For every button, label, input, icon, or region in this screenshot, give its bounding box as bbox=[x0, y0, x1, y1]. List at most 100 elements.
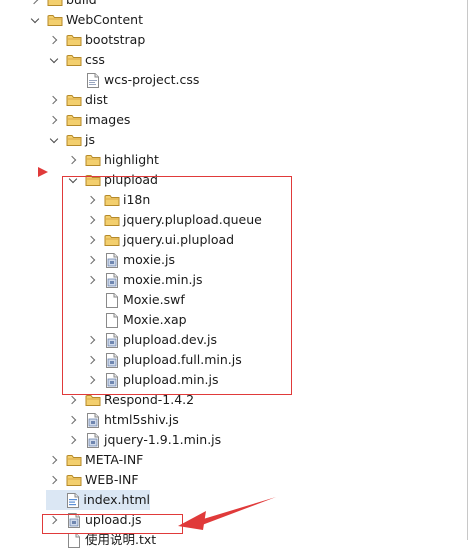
file-icon bbox=[104, 312, 120, 328]
tree-item-label: Respond-1.4.2 bbox=[104, 392, 195, 407]
folder-icon bbox=[85, 172, 101, 188]
tree-item-dist[interactable]: dist bbox=[46, 90, 108, 110]
tree-item-css[interactable]: css bbox=[46, 50, 105, 70]
expand-chevron-icon[interactable] bbox=[46, 30, 62, 50]
js-file-icon bbox=[85, 412, 101, 428]
collapse-chevron-icon[interactable] bbox=[65, 170, 81, 190]
tree-item-i18n[interactable]: i18n bbox=[84, 190, 150, 210]
pointer-triangle-icon bbox=[38, 167, 48, 177]
tree-item-moxie-xap[interactable]: Moxie.xap bbox=[84, 310, 187, 330]
tree-item-label: dist bbox=[85, 92, 108, 107]
expand-chevron-icon[interactable] bbox=[65, 390, 81, 410]
tree-item-label: i18n bbox=[123, 192, 151, 207]
tree-item-label: wcs-project.css bbox=[104, 72, 200, 87]
expand-chevron-icon[interactable] bbox=[65, 430, 81, 450]
tree-item-label: jquery.ui.plupload bbox=[123, 232, 235, 247]
html-file-icon bbox=[65, 492, 80, 508]
expand-chevron-icon[interactable] bbox=[84, 370, 100, 390]
tree-item-label: META-INF bbox=[85, 452, 144, 467]
tree-item-label: WEB-INF bbox=[85, 472, 139, 487]
tree-item-label: css bbox=[85, 52, 105, 67]
tree-item-bootstrap[interactable]: bootstrap bbox=[46, 30, 145, 50]
tree-item-js[interactable]: js bbox=[46, 130, 95, 150]
expand-chevron-icon[interactable] bbox=[84, 190, 100, 210]
tree-item-respond[interactable]: Respond-1.4.2 bbox=[65, 390, 194, 410]
tree-item-label: WebContent bbox=[66, 12, 143, 27]
tree-item-readme-txt[interactable]: 使用说明.txt bbox=[46, 530, 156, 550]
tree-item-highlight[interactable]: highlight bbox=[65, 150, 159, 170]
expand-chevron-icon[interactable] bbox=[84, 210, 100, 230]
tree-item-label: html5shiv.js bbox=[104, 412, 179, 427]
folder-icon bbox=[104, 232, 120, 248]
expand-chevron-icon[interactable] bbox=[46, 470, 62, 490]
expand-chevron-icon[interactable] bbox=[65, 410, 81, 430]
annotation-arrow-icon bbox=[178, 497, 276, 530]
tree-item-jquery-plupload-queue[interactable]: jquery.plupload.queue bbox=[84, 210, 262, 230]
js-file-icon bbox=[104, 332, 120, 348]
collapse-chevron-icon[interactable] bbox=[46, 130, 62, 150]
tree-item-label: moxie.min.js bbox=[123, 272, 203, 287]
folder-icon bbox=[104, 192, 120, 208]
expand-chevron-icon[interactable] bbox=[46, 110, 62, 130]
expand-chevron-icon[interactable] bbox=[84, 330, 100, 350]
tree-item-label: plupload.min.js bbox=[123, 372, 219, 387]
js-file-icon bbox=[104, 252, 120, 268]
folder-icon bbox=[66, 452, 82, 468]
tree-item-label: highlight bbox=[104, 152, 159, 167]
tree-item-images[interactable]: images bbox=[46, 110, 130, 130]
folder-icon bbox=[66, 52, 82, 68]
tree-item-wcs-project-css[interactable]: wcs-project.css bbox=[65, 70, 199, 90]
tree-item-jquery-min-js[interactable]: jquery-1.9.1.min.js bbox=[65, 430, 221, 450]
tree-item-meta-inf[interactable]: META-INF bbox=[46, 450, 143, 470]
tree-item-plupload-dev-js[interactable]: plupload.dev.js bbox=[84, 330, 217, 350]
expand-chevron-icon[interactable] bbox=[84, 270, 100, 290]
folder-icon bbox=[66, 112, 82, 128]
tree-item-plupload-min-js[interactable]: plupload.min.js bbox=[84, 370, 218, 390]
tree-item-moxie-swf[interactable]: Moxie.swf bbox=[84, 290, 185, 310]
expand-chevron-icon[interactable] bbox=[46, 90, 62, 110]
expand-chevron-icon[interactable] bbox=[84, 230, 100, 250]
folder-icon bbox=[47, 12, 63, 28]
tree-item-html5shiv-js[interactable]: html5shiv.js bbox=[65, 410, 179, 430]
tree-item-plupload-full-min-js[interactable]: plupload.full.min.js bbox=[84, 350, 242, 370]
expand-chevron-icon[interactable] bbox=[27, 0, 43, 10]
expand-chevron-icon[interactable] bbox=[84, 250, 100, 270]
tree-item-label: plupload bbox=[104, 172, 158, 187]
tree-item-label: moxie.js bbox=[123, 252, 175, 267]
tree-item-moxie-min-js[interactable]: moxie.min.js bbox=[84, 270, 203, 290]
text-file-icon bbox=[66, 532, 82, 548]
tree-item-build[interactable]: build bbox=[27, 0, 97, 10]
tree-item-index-html[interactable]: index.html bbox=[46, 490, 150, 510]
tree-item-webcontent[interactable]: WebContent bbox=[27, 10, 143, 30]
expand-chevron-icon[interactable] bbox=[84, 350, 100, 370]
tree-item-label: js bbox=[85, 132, 95, 147]
folder-icon bbox=[85, 392, 101, 408]
css-file-icon bbox=[85, 72, 101, 88]
tree-item-moxie-js[interactable]: moxie.js bbox=[84, 250, 175, 270]
expand-chevron-icon[interactable] bbox=[46, 510, 62, 530]
panel-border bbox=[467, 0, 468, 540]
folder-icon bbox=[66, 92, 82, 108]
js-file-icon bbox=[104, 372, 120, 388]
collapse-chevron-icon[interactable] bbox=[27, 10, 43, 30]
folder-icon bbox=[66, 132, 82, 148]
tree-item-upload-js[interactable]: upload.js bbox=[46, 510, 142, 530]
tree-item-label: upload.js bbox=[85, 512, 142, 527]
tree-item-label: Moxie.xap bbox=[123, 312, 187, 327]
tree-item-label: index.html bbox=[83, 492, 150, 507]
expand-chevron-icon[interactable] bbox=[65, 150, 81, 170]
tree-item-plupload[interactable]: plupload bbox=[65, 170, 158, 190]
collapse-chevron-icon[interactable] bbox=[46, 50, 62, 70]
tree-item-jquery-ui-plupload[interactable]: jquery.ui.plupload bbox=[84, 230, 234, 250]
file-icon bbox=[104, 292, 120, 308]
expand-chevron-icon[interactable] bbox=[46, 450, 62, 470]
folder-icon bbox=[104, 212, 120, 228]
folder-icon bbox=[66, 32, 82, 48]
folder-icon bbox=[47, 0, 63, 8]
tree-item-label: jquery-1.9.1.min.js bbox=[104, 432, 222, 447]
tree-item-label: Moxie.swf bbox=[123, 292, 185, 307]
tree-item-web-inf[interactable]: WEB-INF bbox=[46, 470, 139, 490]
js-file-icon bbox=[66, 512, 82, 528]
js-file-icon bbox=[85, 432, 101, 448]
tree-item-label: plupload.dev.js bbox=[123, 332, 217, 347]
